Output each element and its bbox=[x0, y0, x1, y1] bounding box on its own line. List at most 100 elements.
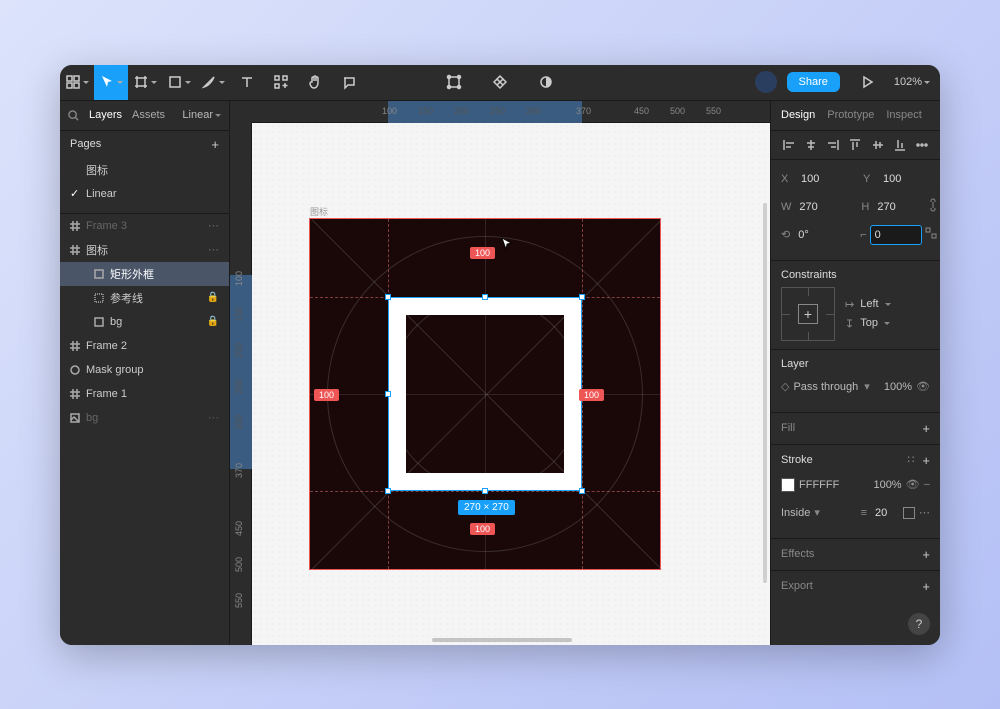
file-dropdown[interactable]: Linear bbox=[182, 109, 221, 121]
layer-item[interactable]: 图标 ⋯ bbox=[60, 238, 229, 262]
layer-item[interactable]: Frame 2 bbox=[60, 334, 229, 358]
add-fill-button[interactable]: + bbox=[922, 421, 930, 436]
scrollbar-vertical[interactable] bbox=[763, 203, 767, 583]
canvas-viewport[interactable]: 图标 bbox=[252, 123, 770, 645]
layer-item[interactable]: 参考线 🔒 bbox=[60, 286, 229, 310]
constrain-proportions-icon[interactable] bbox=[927, 198, 939, 215]
frame[interactable]: 100 100 100 100 270 × 270 bbox=[310, 219, 660, 569]
canvas-area: 100 150 200 250 300 370 450 500 550 100 … bbox=[230, 101, 770, 645]
rotation-icon: ⟲ bbox=[781, 228, 790, 241]
mask-icon bbox=[70, 365, 80, 375]
present-button[interactable] bbox=[850, 65, 884, 101]
align-hcenter-icon[interactable] bbox=[803, 137, 819, 153]
layer-section: Layer ◇ Pass through ▾ 100% 👁 bbox=[771, 350, 940, 413]
rotation-input[interactable] bbox=[794, 226, 844, 244]
effects-section: Effects + bbox=[771, 539, 940, 571]
margin-badge: 100 bbox=[314, 389, 339, 401]
radius-input[interactable] bbox=[871, 226, 921, 244]
eye-icon[interactable]: 👁 bbox=[906, 478, 920, 491]
eye-icon[interactable]: 👁 bbox=[916, 380, 930, 393]
blend-icon: ◇ bbox=[781, 380, 789, 393]
layer-item[interactable]: Frame 1 bbox=[60, 382, 229, 406]
align-right-icon[interactable] bbox=[825, 137, 841, 153]
zoom-dropdown[interactable]: 102% bbox=[894, 76, 930, 88]
help-button[interactable]: ? bbox=[908, 613, 930, 635]
layer-item[interactable]: Frame 3 ⋯ bbox=[60, 214, 229, 238]
tab-prototype[interactable]: Prototype bbox=[827, 109, 874, 121]
layer-item[interactable]: bg ⋯ bbox=[60, 406, 229, 430]
align-vcenter-icon[interactable] bbox=[870, 137, 886, 153]
add-export-button[interactable]: + bbox=[922, 579, 930, 594]
y-input[interactable] bbox=[879, 170, 929, 188]
share-button[interactable]: Share bbox=[787, 72, 840, 92]
stroke-width-icon: ≡ bbox=[861, 507, 867, 519]
page-item[interactable]: ✓Linear bbox=[60, 182, 229, 206]
stroke-width-input[interactable] bbox=[871, 504, 899, 522]
rect-icon bbox=[94, 317, 104, 327]
page-item[interactable]: 图标 bbox=[60, 158, 229, 182]
v-constraint-dropdown[interactable]: ↦Top bbox=[845, 317, 891, 330]
x-input[interactable] bbox=[797, 170, 847, 188]
style-icon[interactable]: ∷ bbox=[907, 453, 914, 468]
layer-item-selected[interactable]: 矩形外框 bbox=[60, 262, 229, 286]
frame-icon bbox=[70, 389, 80, 399]
transform-section: X Y W H ⟲ ⌐ bbox=[771, 160, 940, 261]
frame-icon bbox=[70, 245, 80, 255]
add-stroke-button[interactable]: + bbox=[922, 453, 930, 468]
user-avatar[interactable] bbox=[755, 71, 777, 93]
w-input[interactable] bbox=[795, 198, 845, 216]
frame-label[interactable]: 图标 bbox=[310, 205, 328, 218]
frame-icon bbox=[70, 341, 80, 351]
h-input[interactable] bbox=[873, 198, 923, 216]
comment-tool[interactable] bbox=[332, 65, 366, 101]
align-top-icon[interactable] bbox=[847, 137, 863, 153]
text-tool[interactable] bbox=[230, 65, 264, 101]
mask-icon[interactable] bbox=[529, 65, 563, 101]
tab-layers[interactable]: Layers bbox=[89, 109, 122, 121]
stroke-section: Stroke∷+ FFFFFF 100% 👁 − Inside▾ ≡ ⋯ bbox=[771, 445, 940, 539]
stroke-swatch[interactable] bbox=[781, 478, 795, 492]
pen-tool[interactable] bbox=[196, 65, 230, 101]
independent-corners-icon[interactable] bbox=[925, 227, 937, 242]
component-icon[interactable] bbox=[483, 65, 517, 101]
align-bottom-icon[interactable] bbox=[892, 137, 908, 153]
stroke-align-dropdown[interactable]: Inside bbox=[781, 507, 810, 519]
margin-badge: 100 bbox=[470, 523, 495, 535]
top-toolbar: Share 102% bbox=[60, 65, 940, 101]
pages-header: Pages + bbox=[60, 131, 229, 158]
stroke-color-input[interactable]: FFFFFF bbox=[799, 479, 839, 491]
resources-tool[interactable] bbox=[264, 65, 298, 101]
move-tool[interactable] bbox=[94, 65, 128, 101]
frame-tool[interactable] bbox=[128, 65, 162, 101]
align-left-icon[interactable] bbox=[781, 137, 797, 153]
selection-outline bbox=[388, 297, 582, 491]
lock-icon[interactable]: 🔒 bbox=[207, 316, 219, 327]
menu-button[interactable] bbox=[60, 65, 94, 101]
remove-stroke-button[interactable]: − bbox=[924, 479, 930, 491]
h-constraint-dropdown[interactable]: ↦Left bbox=[845, 298, 891, 311]
opacity-input[interactable]: 100% bbox=[884, 381, 912, 393]
constraints-box[interactable]: + bbox=[781, 287, 835, 341]
constraints-section: Constraints + ↦Left ↦Top bbox=[771, 261, 940, 350]
stroke-side-icon[interactable] bbox=[903, 507, 915, 519]
corner-radius-icon: ⌐ bbox=[860, 229, 866, 241]
distribute-icon[interactable] bbox=[914, 137, 930, 153]
layer-item[interactable]: Mask group bbox=[60, 358, 229, 382]
tab-design[interactable]: Design bbox=[781, 109, 815, 121]
app-window: Share 102% Layers Assets Linear Pages + … bbox=[60, 65, 940, 645]
stroke-opacity-input[interactable]: 100% bbox=[873, 479, 901, 491]
stroke-more-icon[interactable]: ⋯ bbox=[919, 506, 930, 519]
scrollbar-horizontal[interactable] bbox=[432, 638, 572, 642]
tab-inspect[interactable]: Inspect bbox=[886, 109, 921, 121]
add-page-button[interactable]: + bbox=[211, 137, 219, 152]
left-panel: Layers Assets Linear Pages + 图标 ✓Linear … bbox=[60, 101, 230, 645]
blend-dropdown[interactable]: Pass through bbox=[793, 381, 858, 393]
layer-item[interactable]: bg 🔒 bbox=[60, 310, 229, 334]
edit-object-icon[interactable] bbox=[437, 65, 471, 101]
tab-assets[interactable]: Assets bbox=[132, 109, 165, 121]
search-icon[interactable] bbox=[68, 110, 79, 121]
add-effect-button[interactable]: + bbox=[922, 547, 930, 562]
hand-tool[interactable] bbox=[298, 65, 332, 101]
lock-icon[interactable]: 🔒 bbox=[207, 292, 219, 303]
shape-tool[interactable] bbox=[162, 65, 196, 101]
